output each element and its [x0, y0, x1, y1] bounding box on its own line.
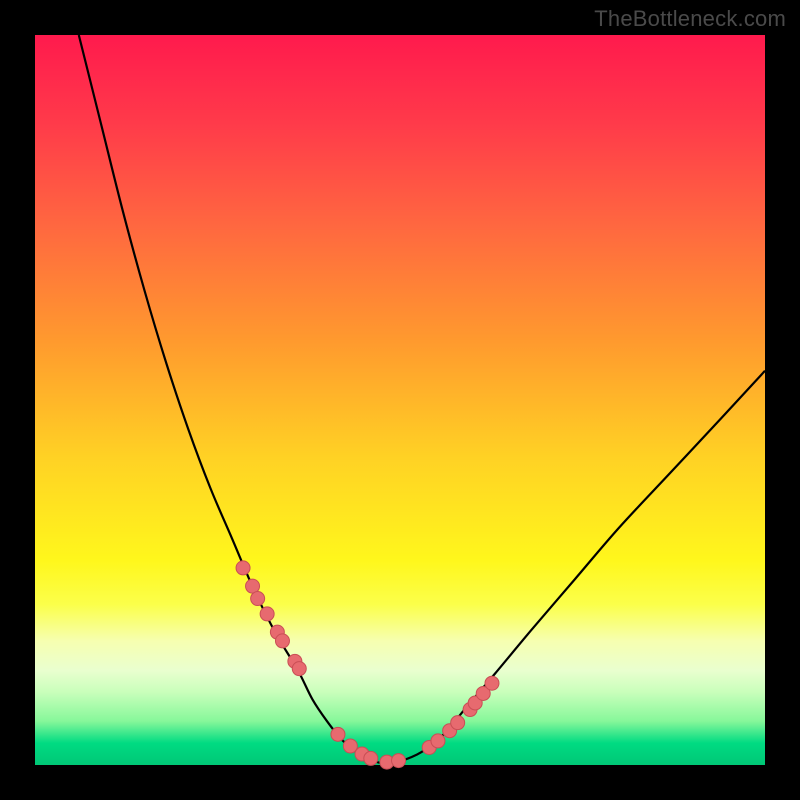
watermark-text: TheBottleneck.com [594, 6, 786, 32]
marker-dot [364, 751, 378, 765]
chart-frame: TheBottleneck.com [0, 0, 800, 800]
marker-group [236, 561, 499, 769]
marker-dot [451, 716, 465, 730]
chart-svg [35, 35, 765, 765]
bottleneck-curve [79, 35, 765, 764]
marker-dot [431, 734, 445, 748]
marker-dot [485, 676, 499, 690]
plot-area [35, 35, 765, 765]
marker-dot [292, 662, 306, 676]
marker-dot [246, 579, 260, 593]
marker-dot [236, 561, 250, 575]
marker-dot [251, 592, 265, 606]
marker-dot [392, 754, 406, 768]
marker-dot [275, 634, 289, 648]
marker-dot [260, 607, 274, 621]
marker-dot [331, 727, 345, 741]
